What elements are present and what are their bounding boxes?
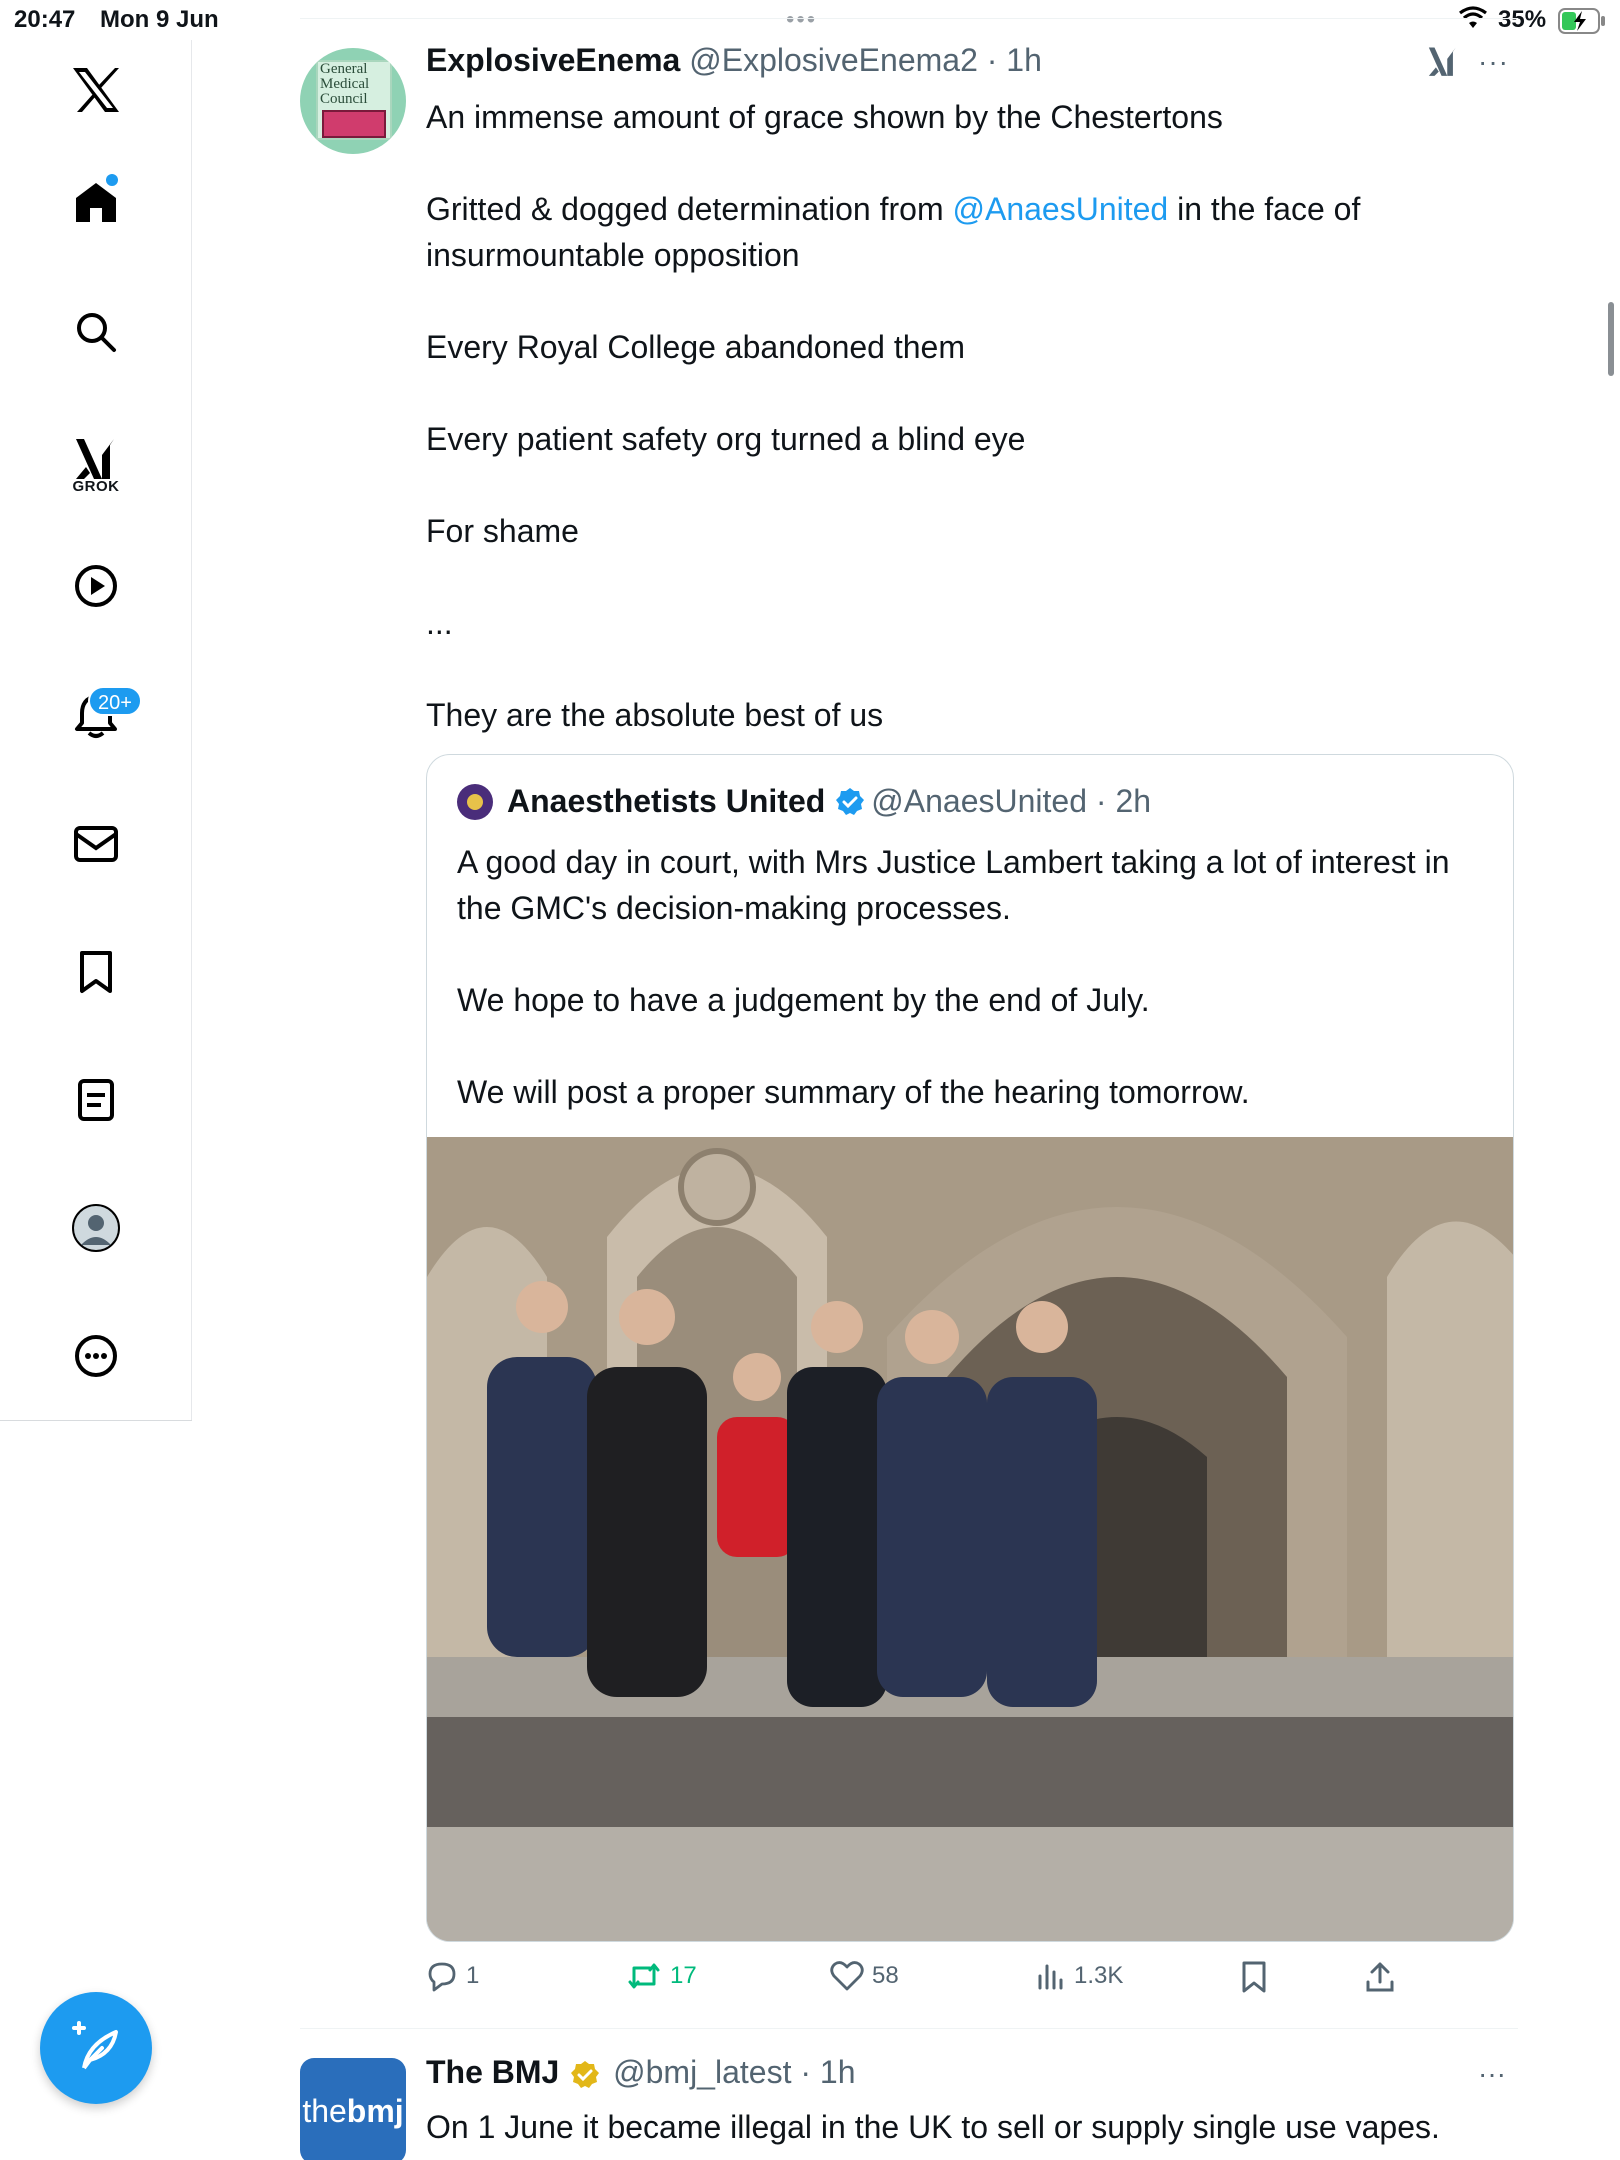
grok-label: GROK [72,478,120,495]
battery-icon [1558,8,1606,39]
timeline-top-divider [300,18,1518,19]
notifications-badge: 20+ [88,686,142,716]
quoted-tweet-photo[interactable] [427,1137,1513,1941]
date: Mon 9 Jun [100,6,219,33]
tweet-line: An immense amount of grace shown by the … [426,99,1223,135]
bookmark-button[interactable] [1240,1960,1276,1994]
tweet2-author-handle[interactable]: @bmj_latest [613,2054,791,2090]
scrollbar[interactable] [1608,302,1614,376]
compose-feather-icon [72,2021,118,2070]
tweet2-text: On 1 June it became illegal in the UK to… [426,2109,1440,2145]
repost-count: 17 [670,1962,697,1989]
sidebar [0,40,192,1420]
reply-count: 1 [466,1962,480,1989]
like-count: 58 [872,1962,899,1989]
tweet2-more-icon[interactable]: ··· [1478,2058,1506,2090]
tweet2-author-name[interactable]: The BMJ [426,2054,559,2090]
tweet2-timestamp[interactable]: 1h [820,2054,856,2090]
tweet-author-name[interactable]: ExplosiveEnema [426,42,680,78]
messages-envelope-icon[interactable] [62,810,130,878]
bookmark-icon [1242,1961,1266,1993]
views-button[interactable]: 1.3K [1036,1960,1123,1992]
tweet-line: ... [426,605,453,641]
reply-icon [428,1962,456,1992]
search-icon[interactable] [62,298,130,366]
tweet-author-handle[interactable]: @ExplosiveEnema2 [689,42,978,78]
repost-button[interactable]: 17 [626,1960,697,1992]
tweet2-header: The BMJ @bmj_latest · 1h [426,2054,856,2090]
home-unread-dot [106,174,118,186]
bmj-avatar[interactable]: the bmj [300,2058,406,2160]
quoted-tweet-card[interactable]: Anaesthetists United @AnaesUnited · 2h A… [426,754,1514,1942]
verified-gold-badge-icon [570,2060,600,2090]
tweet-more-icon[interactable]: ··· [1478,46,1509,78]
quoted-tweet-text: A good day in court, with Mrs Justice La… [457,844,1450,1110]
mention-link[interactable]: @AnaesUnited [953,191,1169,227]
grok-explain-icon[interactable] [1426,44,1460,83]
lists-icon[interactable] [62,1066,130,1134]
home-icon[interactable] [62,168,130,236]
verified-badge-icon [835,787,865,817]
quoted-author-name[interactable]: Anaesthetists United [507,783,825,820]
sidebar-divider [0,1420,192,1421]
quoted-timestamp[interactable]: 2h [1115,783,1151,820]
battery-percent: 35% [1498,6,1547,33]
tweet-line: Every patient safety org turned a blind … [426,421,1026,457]
views-count: 1.3K [1074,1962,1124,1989]
quoted-author-avatar[interactable] [457,783,493,820]
clock: 20:47 [14,6,76,33]
tweet-line: Every Royal College abandoned them [426,329,965,365]
share-button[interactable] [1364,1960,1404,1994]
reply-button[interactable]: 1 [426,1960,479,1992]
tweet-line: Gritted & dogged determination from @Ana… [426,191,1361,273]
multitasking-dots-icon[interactable]: ••• [786,6,817,34]
tweet-line: For shame [426,513,579,549]
avatar-stamp [322,110,386,138]
video-icon[interactable] [62,552,130,620]
views-chart-icon [1038,1964,1063,1990]
avatar-logo-text: General Medical Council [320,61,370,107]
tweet-header: ExplosiveEnema @ExplosiveEnema2 · 1h [426,42,1042,78]
tweet-actions-bar: 1 17 58 1.3K [426,1960,1486,2010]
status-bar: 20:47 Mon 9 Jun ••• 35% [0,0,1620,40]
x-logo-icon[interactable] [62,56,130,124]
tweet-text: An immense amount of grace shown by the … [426,94,1516,738]
profile-avatar-icon[interactable] [62,1194,130,1262]
tweet-line: They are the absolute best of us [426,697,884,733]
quoted-tweet-header: Anaesthetists United @AnaesUnited · 2h [457,783,1151,820]
compose-button[interactable] [40,1992,152,2104]
share-upload-icon [1366,1962,1394,1992]
like-button[interactable]: 58 [830,1960,899,1992]
bookmarks-icon[interactable] [62,938,130,1006]
tweet-timestamp[interactable]: 1h [1006,42,1042,78]
tweet-divider [300,2028,1518,2029]
repost-icon [628,1963,660,1989]
quoted-author-handle[interactable]: @AnaesUnited [871,783,1087,820]
more-options-icon[interactable] [62,1322,130,1390]
wifi-icon [1458,6,1488,35]
heart-icon [830,1961,864,1991]
tweet-author-avatar[interactable]: General Medical Council [300,48,406,154]
